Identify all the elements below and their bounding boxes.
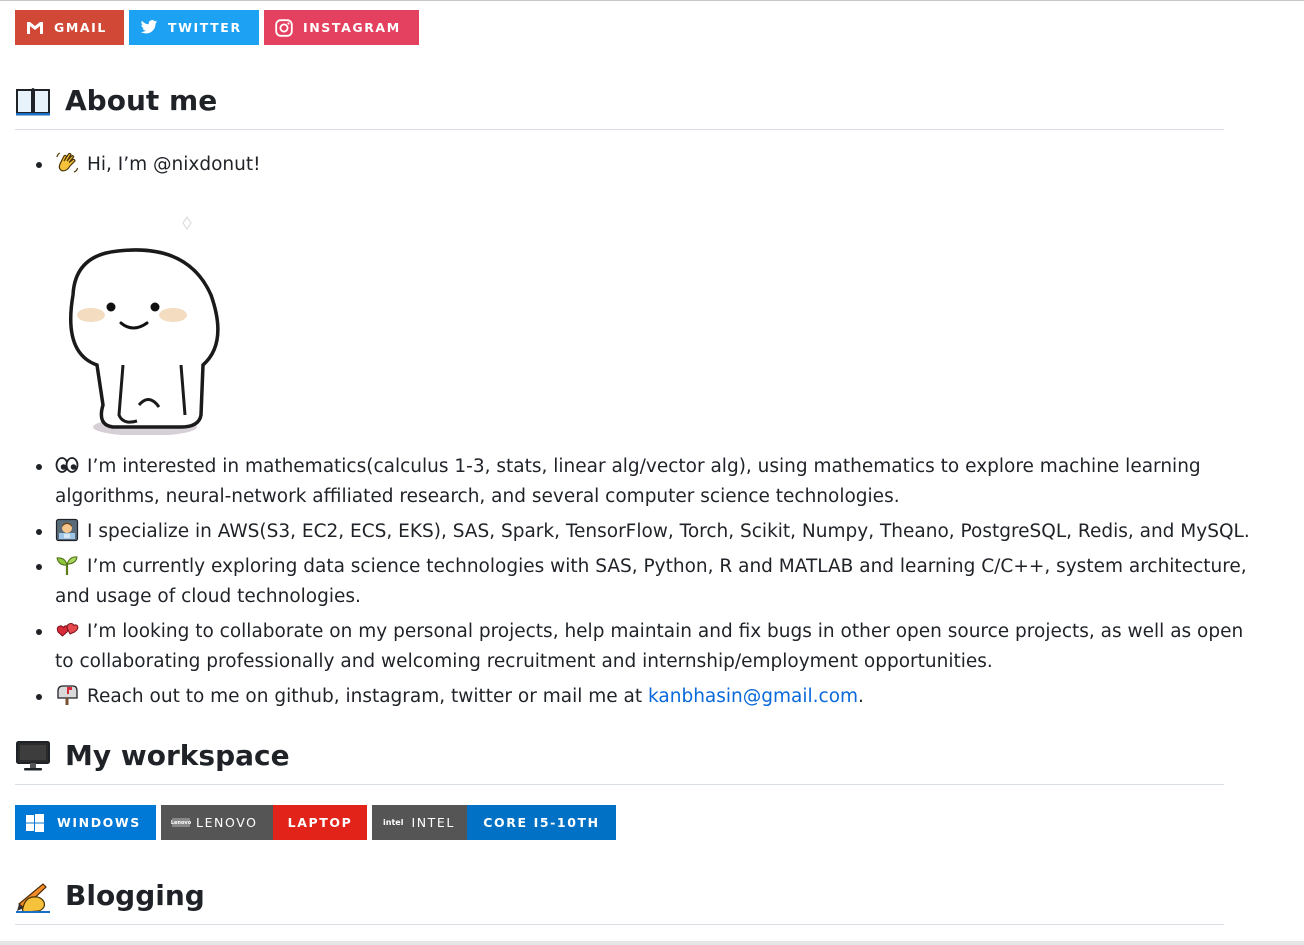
list-item-mascot	[55, 185, 1264, 447]
intel-core-badge[interactable]: intel INTEL CORE I5-10TH	[372, 805, 616, 840]
core-label: CORE I5-10TH	[483, 815, 600, 830]
waving-hand-icon	[55, 151, 79, 175]
eyes-icon	[55, 453, 79, 477]
contact-text: Reach out to me on github, instagram, tw…	[87, 686, 648, 707]
lenovo-laptop-badge[interactable]: Lenovo LENOVO LAPTOP	[161, 805, 367, 840]
about-heading-text: About me	[65, 84, 218, 117]
technologist-icon	[55, 518, 79, 542]
collaborate-text: I’m looking to collaborate on my persona…	[55, 621, 1244, 672]
list-item-collaborate: I’m looking to collaborate on my persona…	[36, 617, 1264, 677]
workspace-heading: My workspace	[15, 738, 1224, 785]
lenovo-label: LENOVO	[196, 815, 258, 830]
list-item-interests: I’m interested in mathematics(calculus 1…	[36, 452, 1264, 512]
twitter-icon	[139, 18, 159, 38]
twitter-badge[interactable]: TWITTER	[129, 10, 259, 45]
laptop-label: LAPTOP	[287, 815, 353, 830]
intel-label: INTEL	[411, 815, 455, 830]
blogging-heading: Blogging	[15, 878, 1224, 925]
contact-suffix: .	[858, 686, 864, 707]
instagram-icon	[274, 18, 294, 38]
social-badges: GMAIL TWITTER INSTAGRAM	[15, 10, 419, 45]
writing-hand-icon	[15, 878, 51, 914]
bottom-scroll-edge	[0, 941, 1304, 945]
list-item-contact: Reach out to me on github, instagram, tw…	[36, 682, 1264, 712]
revolving-hearts-icon	[55, 618, 79, 642]
workspace-heading-text: My workspace	[65, 739, 290, 772]
desktop-computer-icon	[15, 738, 51, 774]
intel-logo: intel	[383, 818, 404, 827]
list-item-greeting: Hi, I’m @nixdonut!	[36, 150, 1264, 180]
top-border	[0, 0, 1304, 1]
about-heading: About me	[15, 83, 1224, 130]
list-item-exploring: I’m currently exploring data science tec…	[36, 552, 1264, 612]
workspace-badges: WINDOWS Lenovo LENOVO LAPTOP intel INTEL…	[15, 805, 616, 840]
instagram-badge[interactable]: INSTAGRAM	[264, 10, 419, 45]
mascot-image	[53, 215, 243, 436]
exploring-text: I’m currently exploring data science tec…	[55, 556, 1247, 607]
mailbox-icon	[55, 683, 79, 707]
windows-badge-label: WINDOWS	[57, 815, 141, 830]
open-book-icon	[15, 83, 51, 119]
list-item-specialize: I specialize in AWS(S3, EC2, ECS, EKS), …	[36, 517, 1264, 547]
windows-badge[interactable]: WINDOWS	[15, 805, 156, 840]
interests-text: I’m interested in mathematics(calculus 1…	[55, 456, 1201, 507]
twitter-badge-label: TWITTER	[168, 20, 242, 35]
gmail-icon	[25, 18, 45, 38]
greeting-text: Hi, I’m @nixdonut!	[87, 154, 261, 175]
specialize-text: I specialize in AWS(S3, EC2, ECS, EKS), …	[87, 521, 1250, 542]
blogging-heading-text: Blogging	[65, 879, 205, 912]
seedling-icon	[55, 553, 79, 577]
gmail-badge-label: GMAIL	[54, 20, 107, 35]
gmail-badge[interactable]: GMAIL	[15, 10, 124, 45]
instagram-badge-label: INSTAGRAM	[303, 20, 401, 35]
email-link[interactable]: kanbhasin@gmail.com	[648, 686, 858, 707]
lenovo-logo: Lenovo	[170, 818, 192, 827]
windows-icon	[25, 813, 45, 833]
about-list: Hi, I’m @nixdonut! I’m interested in mat…	[15, 150, 1264, 717]
